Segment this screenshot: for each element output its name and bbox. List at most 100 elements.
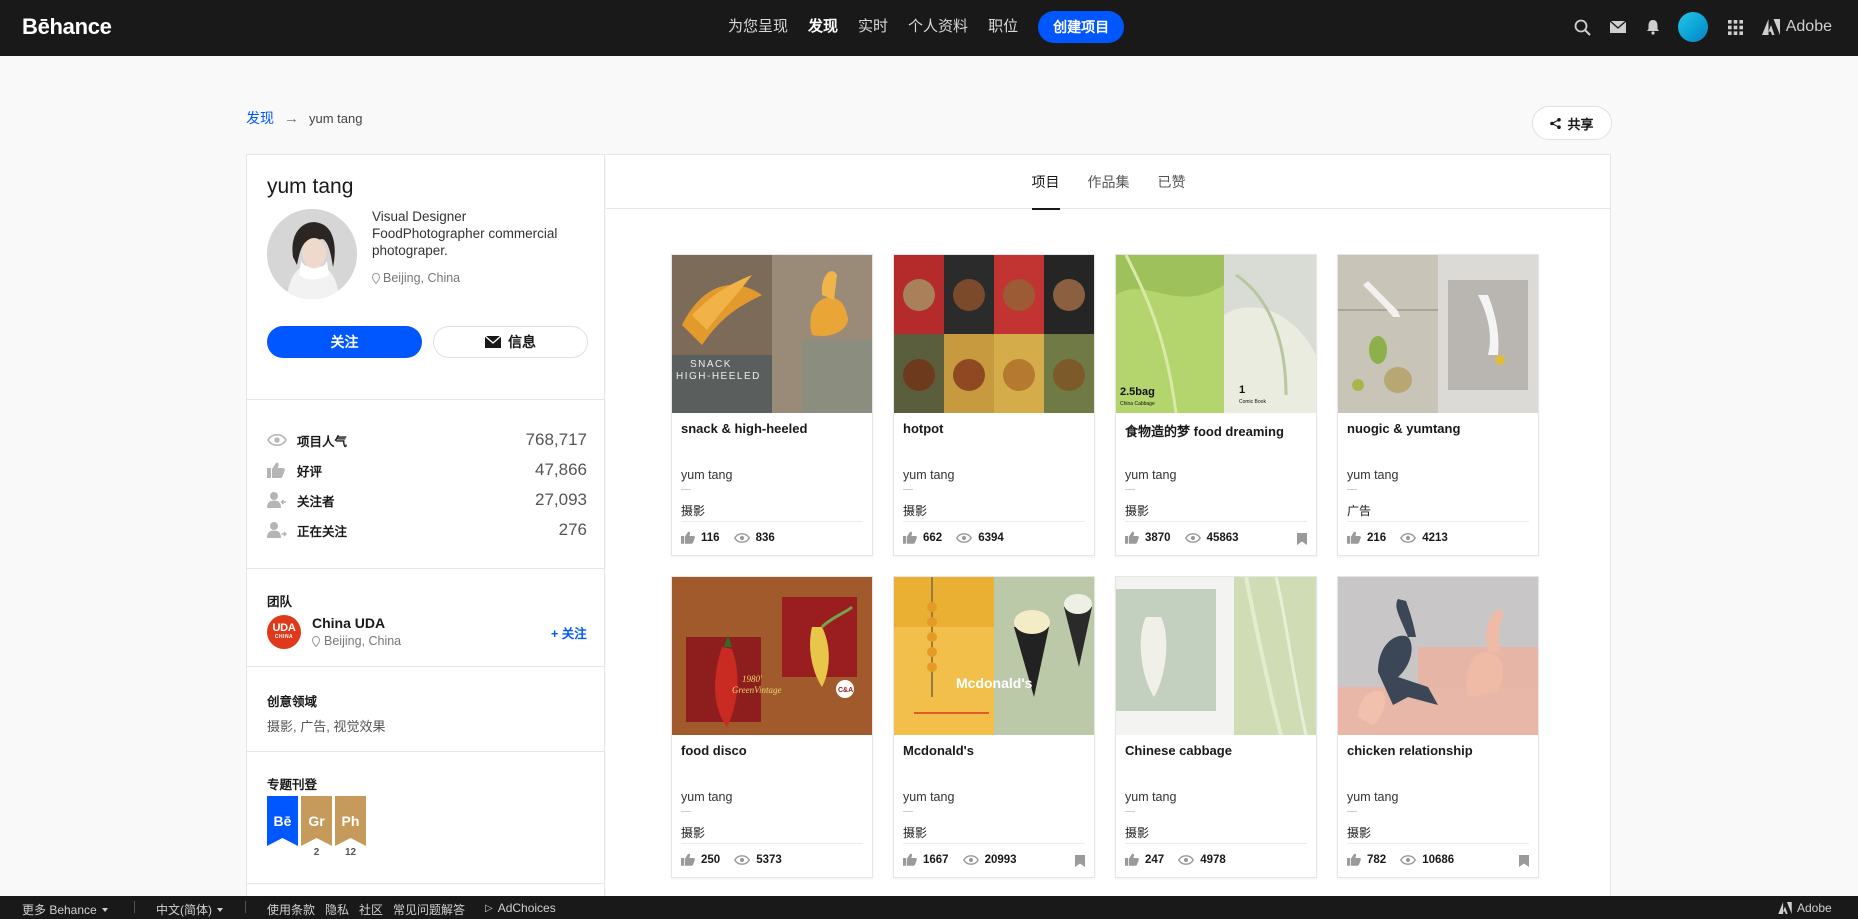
project-title[interactable]: nuogic & yumtang bbox=[1347, 421, 1533, 436]
project-owner[interactable]: yum tang bbox=[681, 468, 732, 482]
project-thumbnail[interactable]: 1980' GreenVintage C&A bbox=[672, 577, 872, 735]
share-button[interactable]: 共享 bbox=[1532, 106, 1612, 140]
apps-grid-icon[interactable] bbox=[1726, 17, 1746, 37]
project-title[interactable]: food disco bbox=[681, 743, 867, 758]
mail-icon[interactable] bbox=[1608, 17, 1628, 37]
owner-divider bbox=[1347, 811, 1357, 812]
nav-live[interactable]: 实时 bbox=[858, 11, 888, 43]
footer-more-behance[interactable]: 更多 Behance bbox=[22, 901, 108, 918]
project-thumbnail[interactable] bbox=[1338, 255, 1538, 413]
badge-graphic-design[interactable]: Gr 2 bbox=[301, 796, 332, 858]
nav-profile[interactable]: 个人资料 bbox=[908, 11, 968, 43]
likes-count: 662 bbox=[923, 531, 943, 544]
project-title[interactable]: Mcdonald's bbox=[903, 743, 1089, 758]
thumb-subtext-cabbage: China Cabbage bbox=[1120, 401, 1155, 407]
project-card[interactable]: SNACK HIGH-HEELED snack & high-heeled yu… bbox=[671, 254, 873, 556]
tab-projects[interactable]: 项目 bbox=[1031, 155, 1060, 210]
views-count: 10686 bbox=[1422, 853, 1455, 866]
bookmark-icon[interactable] bbox=[1075, 854, 1085, 872]
project-title[interactable]: snack & high-heeled bbox=[681, 421, 867, 436]
project-title[interactable]: 食物造的梦 food dreaming bbox=[1125, 421, 1311, 440]
profile-location-text: Beijing, China bbox=[383, 271, 461, 285]
likes-count: 247 bbox=[1145, 853, 1165, 866]
footer-faq-link[interactable]: 常见问题解答 bbox=[393, 901, 465, 918]
adobe-logo-icon bbox=[1778, 902, 1792, 914]
footer-adobe-label: Adobe bbox=[1797, 901, 1832, 915]
project-owner[interactable]: yum tang bbox=[1125, 790, 1176, 804]
project-thumbnail[interactable]: SNACK HIGH-HEELED bbox=[672, 255, 872, 413]
project-title[interactable]: hotpot bbox=[903, 421, 1089, 436]
follow-button[interactable]: 关注 bbox=[267, 326, 422, 358]
stat-row-followers: 关注者 27,093 bbox=[267, 485, 587, 515]
project-title[interactable]: chicken relationship bbox=[1347, 743, 1533, 758]
user-avatar[interactable] bbox=[1677, 12, 1708, 42]
divider bbox=[247, 568, 604, 569]
project-card[interactable]: nuogic & yumtang yum tang 广告 216 4213 bbox=[1337, 254, 1539, 556]
project-field: 摄影 bbox=[903, 826, 928, 840]
profile-location: Beijing, China bbox=[372, 271, 460, 285]
thumbs-up-icon bbox=[1125, 853, 1139, 866]
nav-for-you[interactable]: 为您呈现 bbox=[728, 11, 788, 43]
footer-separator bbox=[245, 901, 246, 913]
breadcrumb-arrow: → bbox=[284, 109, 299, 127]
team-logo[interactable]: UDA CHINA bbox=[267, 615, 301, 649]
owner-divider bbox=[1347, 489, 1357, 490]
project-owner[interactable]: yum tang bbox=[903, 790, 954, 804]
tab-appreciated[interactable]: 已赞 bbox=[1158, 155, 1186, 209]
bell-icon[interactable] bbox=[1643, 17, 1663, 37]
card-divider bbox=[1125, 521, 1307, 522]
create-project-button[interactable]: 创建项目 bbox=[1038, 11, 1125, 43]
project-owner[interactable]: yum tang bbox=[1347, 468, 1398, 482]
team-follow-button[interactable]: + 关注 bbox=[551, 623, 587, 642]
bookmark-icon[interactable] bbox=[1297, 532, 1307, 550]
behance-logo[interactable]: Bēhance bbox=[22, 14, 112, 40]
footer-terms-link[interactable]: 使用条款 bbox=[267, 901, 315, 918]
project-thumbnail[interactable]: Mcdonald's bbox=[894, 577, 1094, 735]
footer-privacy-link[interactable]: 隐私 bbox=[325, 901, 349, 918]
following-icon bbox=[267, 521, 289, 539]
card-divider bbox=[681, 843, 863, 844]
badge-ribbon: Ph bbox=[335, 796, 366, 846]
project-owner[interactable]: yum tang bbox=[1347, 790, 1398, 804]
footer-adobe-link[interactable]: Adobe bbox=[1778, 901, 1832, 915]
project-thumbnail[interactable] bbox=[894, 255, 1094, 413]
project-card[interactable]: Chinese cabbage yum tang 摄影 247 4978 bbox=[1115, 576, 1317, 878]
team-name[interactable]: China UDA bbox=[312, 615, 385, 631]
project-card[interactable]: 1980' GreenVintage C&A food disco yum ta… bbox=[671, 576, 873, 878]
badge-photography[interactable]: Ph 12 bbox=[335, 796, 366, 858]
project-card[interactable]: chicken relationship yum tang 摄影 782 106… bbox=[1337, 576, 1539, 878]
project-title[interactable]: Chinese cabbage bbox=[1125, 743, 1311, 758]
project-thumbnail[interactable]: 2.5bag China Cabbage 1 Comic Book bbox=[1116, 255, 1316, 413]
project-card[interactable]: hotpot yum tang 摄影 662 6394 bbox=[893, 254, 1095, 556]
views-count: 6394 bbox=[978, 531, 1004, 544]
footer-adchoices-link[interactable]: ▷ AdChoices bbox=[485, 901, 556, 915]
search-icon[interactable] bbox=[1573, 17, 1593, 37]
badge-behance[interactable]: Bē bbox=[267, 796, 298, 858]
breadcrumb-discover-link[interactable]: 发现 bbox=[246, 108, 274, 128]
adobe-link[interactable]: Adobe bbox=[1761, 18, 1832, 36]
project-owner[interactable]: yum tang bbox=[681, 790, 732, 804]
footer-community-link[interactable]: 社区 bbox=[359, 901, 383, 918]
owner-divider bbox=[681, 811, 691, 812]
bookmark-icon[interactable] bbox=[1519, 854, 1529, 872]
thumb-text-line2: GreenVintage bbox=[732, 685, 781, 695]
footer-separator bbox=[134, 901, 135, 913]
project-thumbnail[interactable] bbox=[1116, 577, 1316, 735]
nav-discover[interactable]: 发现 bbox=[808, 11, 838, 43]
profile-photo[interactable] bbox=[267, 209, 357, 299]
project-card[interactable]: Mcdonald's Mcdonald's yum tang 摄影 1667 2… bbox=[893, 576, 1095, 878]
tab-moodboards[interactable]: 作品集 bbox=[1088, 155, 1130, 209]
project-thumbnail[interactable] bbox=[1338, 577, 1538, 735]
message-button[interactable]: 信息 bbox=[433, 326, 588, 358]
caret-down-icon bbox=[217, 907, 223, 912]
nav-jobs[interactable]: 职位 bbox=[988, 11, 1018, 43]
project-owner[interactable]: yum tang bbox=[903, 468, 954, 482]
team-heading: 团队 bbox=[267, 595, 293, 609]
footer-language-select[interactable]: 中文(简体) bbox=[156, 901, 223, 918]
thumbs-up-icon bbox=[903, 531, 917, 544]
project-card[interactable]: 2.5bag China Cabbage 1 Comic Book 食物造的梦 … bbox=[1115, 254, 1317, 556]
footer-language-label: 中文(简体) bbox=[156, 903, 212, 917]
project-owner[interactable]: yum tang bbox=[1125, 468, 1176, 482]
project-stats: 250 5373 bbox=[681, 853, 796, 866]
eye-icon bbox=[1400, 532, 1417, 543]
